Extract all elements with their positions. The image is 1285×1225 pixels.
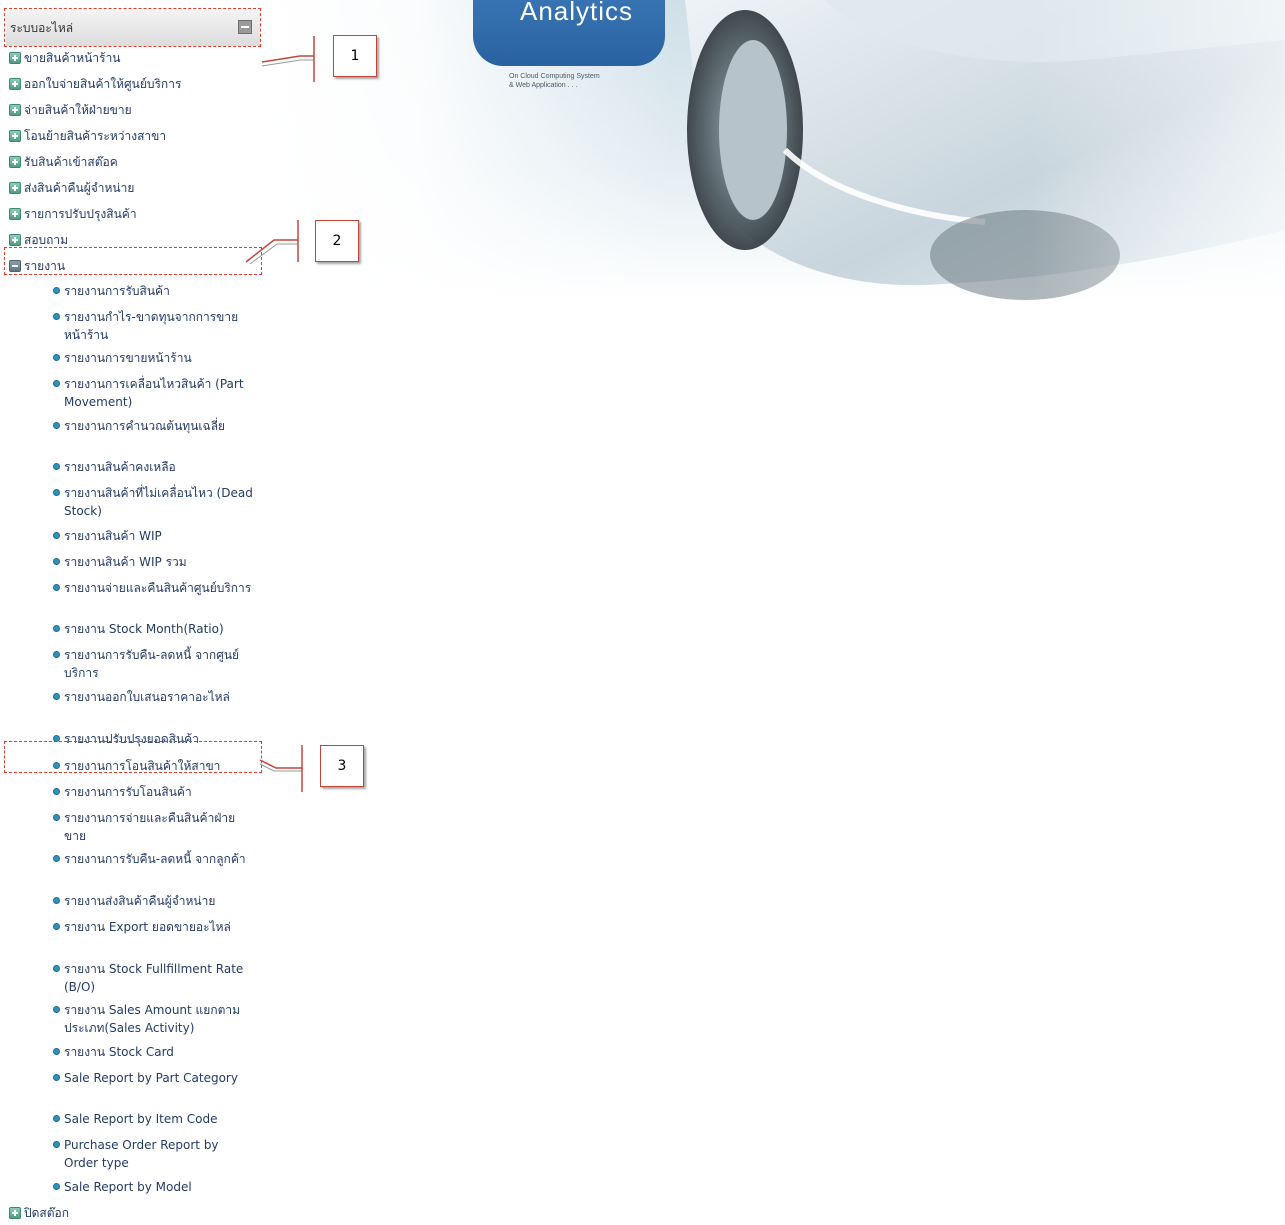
callout-2: 2	[315, 220, 359, 262]
callout-1: 1	[333, 35, 377, 77]
callout-connectors	[245, 36, 315, 792]
callout-3: 3	[320, 745, 364, 787]
